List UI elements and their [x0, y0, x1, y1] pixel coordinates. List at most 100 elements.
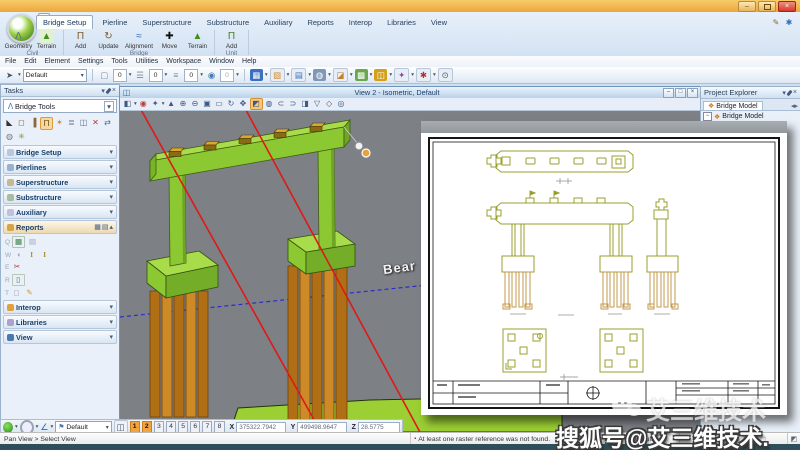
tool-icon-4-selected[interactable]: Π	[40, 117, 53, 130]
layout-icon-1[interactable]: ▦	[94, 223, 101, 231]
restore-button[interactable]	[758, 1, 776, 12]
play-snap-icon[interactable]	[3, 422, 13, 433]
tab-pierline[interactable]: Pierline	[96, 16, 133, 29]
close-button[interactable]: ×	[778, 1, 796, 12]
view-restore-button[interactable]: □	[675, 88, 686, 98]
tab-interop[interactable]: Interop	[343, 16, 378, 29]
walk-icon[interactable]: ◍	[264, 99, 275, 109]
tool-icon-7[interactable]: ◫	[78, 117, 89, 128]
report-icon-2[interactable]: ▤	[27, 237, 38, 247]
section-libraries[interactable]: Libraries▾	[3, 315, 117, 329]
tool-icon-8[interactable]: ✕	[90, 117, 101, 128]
tool-icon-3[interactable]: ▐	[28, 117, 39, 128]
section-bridge-setup[interactable]: Bridge Setup▾	[3, 145, 117, 159]
geometry-button[interactable]: Λ Geometry	[5, 30, 32, 50]
tool-icon-9[interactable]: ⇄	[102, 117, 113, 128]
sheet-drawing[interactable]	[428, 137, 780, 409]
tab-auxiliary[interactable]: Auxiliary	[258, 16, 298, 29]
pier-column-right[interactable]	[318, 146, 335, 250]
add-unit-button[interactable]: Π Add	[218, 30, 245, 50]
view-titlebar[interactable]: ◫ View 2 - Isometric, Default – □ ×	[120, 87, 700, 98]
dialog-status-icon[interactable]: ◩	[791, 435, 797, 443]
explorer-icon[interactable]: ◫	[374, 69, 387, 81]
move-handle-icon[interactable]	[362, 149, 370, 157]
zoom-in-icon[interactable]: ⊕	[178, 99, 189, 109]
drawing-sheet-window[interactable]	[421, 121, 787, 415]
section-reports[interactable]: Reports ▦ ▤ ▴	[3, 220, 117, 234]
section-substructure[interactable]: Substructure▾	[3, 190, 117, 204]
menu-window[interactable]: Window	[209, 58, 234, 65]
view-minimize-button[interactable]: –	[663, 88, 674, 98]
markup-icon[interactable]: ◪	[333, 68, 348, 82]
pin-icon[interactable]	[786, 89, 792, 96]
saved-views-icon[interactable]: ◎	[336, 99, 347, 109]
pile-group-left[interactable]	[150, 291, 208, 417]
pin-icon[interactable]	[105, 87, 111, 94]
terrain-button[interactable]: ▲ Terrain	[33, 30, 60, 50]
render-icon[interactable]: ✱	[416, 68, 431, 82]
menu-help[interactable]: Help	[242, 58, 256, 65]
fence-icon[interactable]: ▢	[98, 69, 111, 81]
section-auxiliary[interactable]: Auxiliary▾	[3, 205, 117, 219]
menu-edit[interactable]: Edit	[24, 58, 36, 65]
pile-group-right[interactable]	[288, 266, 347, 432]
minimize-button[interactable]: –	[738, 1, 756, 12]
level-icon[interactable]: ☰	[134, 69, 147, 81]
references-icon[interactable]: ▧	[270, 68, 285, 82]
world-icon[interactable]: ◍	[313, 69, 326, 81]
section-superstructure[interactable]: Superstructure▾	[3, 175, 117, 189]
update-bridge-button[interactable]: ↻ Update	[95, 30, 122, 50]
section-view[interactable]: View▾	[3, 330, 117, 344]
collapse-icon[interactable]: ▴	[109, 223, 113, 231]
adjust-icon[interactable]: ✦	[150, 99, 161, 109]
section-interop[interactable]: Interop▾	[3, 300, 117, 314]
clip-volume-icon[interactable]: ▽	[312, 99, 323, 109]
weight-icon[interactable]: ◉	[205, 69, 218, 81]
move-bridge-button[interactable]: ✚ Move	[156, 30, 183, 50]
beam-section-icon-2[interactable]: I	[39, 250, 50, 260]
fit-view-icon[interactable]: ▭	[214, 99, 225, 109]
panel-menu-icon[interactable]: ▾	[782, 89, 786, 97]
panel-close-icon[interactable]: ×	[112, 87, 116, 94]
accudraw-angle-icon[interactable]: ∠	[40, 422, 48, 433]
redo-view-icon[interactable]: ⊃	[288, 99, 299, 109]
menu-element[interactable]: Element	[44, 58, 70, 65]
alignment-button[interactable]: ≈ Alignment	[123, 30, 155, 50]
raster-manager-icon[interactable]: ▤	[291, 68, 306, 82]
tool-icon-1[interactable]: ◣	[4, 117, 15, 128]
tool-icon-2[interactable]: ◻	[16, 117, 27, 128]
rotate-view-icon[interactable]: ↻	[226, 99, 237, 109]
add-bridge-button[interactable]: Π Add	[67, 30, 94, 50]
key-in-icon[interactable]: ⊙	[438, 68, 453, 82]
section-pierlines[interactable]: Pierlines▾	[3, 160, 117, 174]
panel-menu-icon[interactable]: ▾	[101, 87, 105, 95]
display-style-icon[interactable]: ◧	[122, 99, 133, 109]
menu-utilities[interactable]: Utilities	[136, 58, 159, 65]
properties-icon[interactable]: ✦	[394, 68, 409, 82]
view-close-button[interactable]: ×	[687, 88, 698, 98]
tool-icon-10[interactable]: ◍	[4, 131, 15, 142]
document-report-icon[interactable]: ▯	[12, 274, 25, 286]
counter-field[interactable]: 0	[184, 69, 198, 82]
models-icon[interactable]: ▦	[250, 69, 263, 81]
presentation-icon[interactable]: ◉	[138, 99, 149, 109]
key-icon[interactable]: ✎	[771, 18, 781, 28]
menu-settings[interactable]: Settings	[78, 58, 103, 65]
tab-reports[interactable]: Reports	[301, 16, 339, 29]
panel-close-icon[interactable]: ×	[793, 89, 797, 96]
view-orientation-icon[interactable]: ◩	[250, 98, 263, 110]
menu-file[interactable]: File	[5, 58, 16, 65]
tab-substructure[interactable]: Substructure	[201, 16, 256, 29]
tab-bridge-setup[interactable]: Bridge Setup	[36, 15, 93, 29]
tab-superstructure[interactable]: Superstructure	[136, 16, 197, 29]
database-icon[interactable]: ▩	[355, 69, 368, 81]
collapse-node-icon[interactable]: −	[703, 112, 712, 121]
terrain-bridge-button[interactable]: ▲ Terrain	[184, 30, 211, 50]
clip-mask-icon[interactable]: ◇	[324, 99, 335, 109]
tab-scroll-right-icon[interactable]: ▸	[794, 102, 798, 110]
active-style-combo[interactable]: Default▾	[23, 69, 87, 82]
rotate-handle-icon[interactable]	[355, 142, 363, 150]
pier-report-icon[interactable]: ◖	[13, 250, 24, 260]
undo-view-icon[interactable]: ⊂	[276, 99, 287, 109]
window-area-icon[interactable]: ▣	[202, 99, 213, 109]
